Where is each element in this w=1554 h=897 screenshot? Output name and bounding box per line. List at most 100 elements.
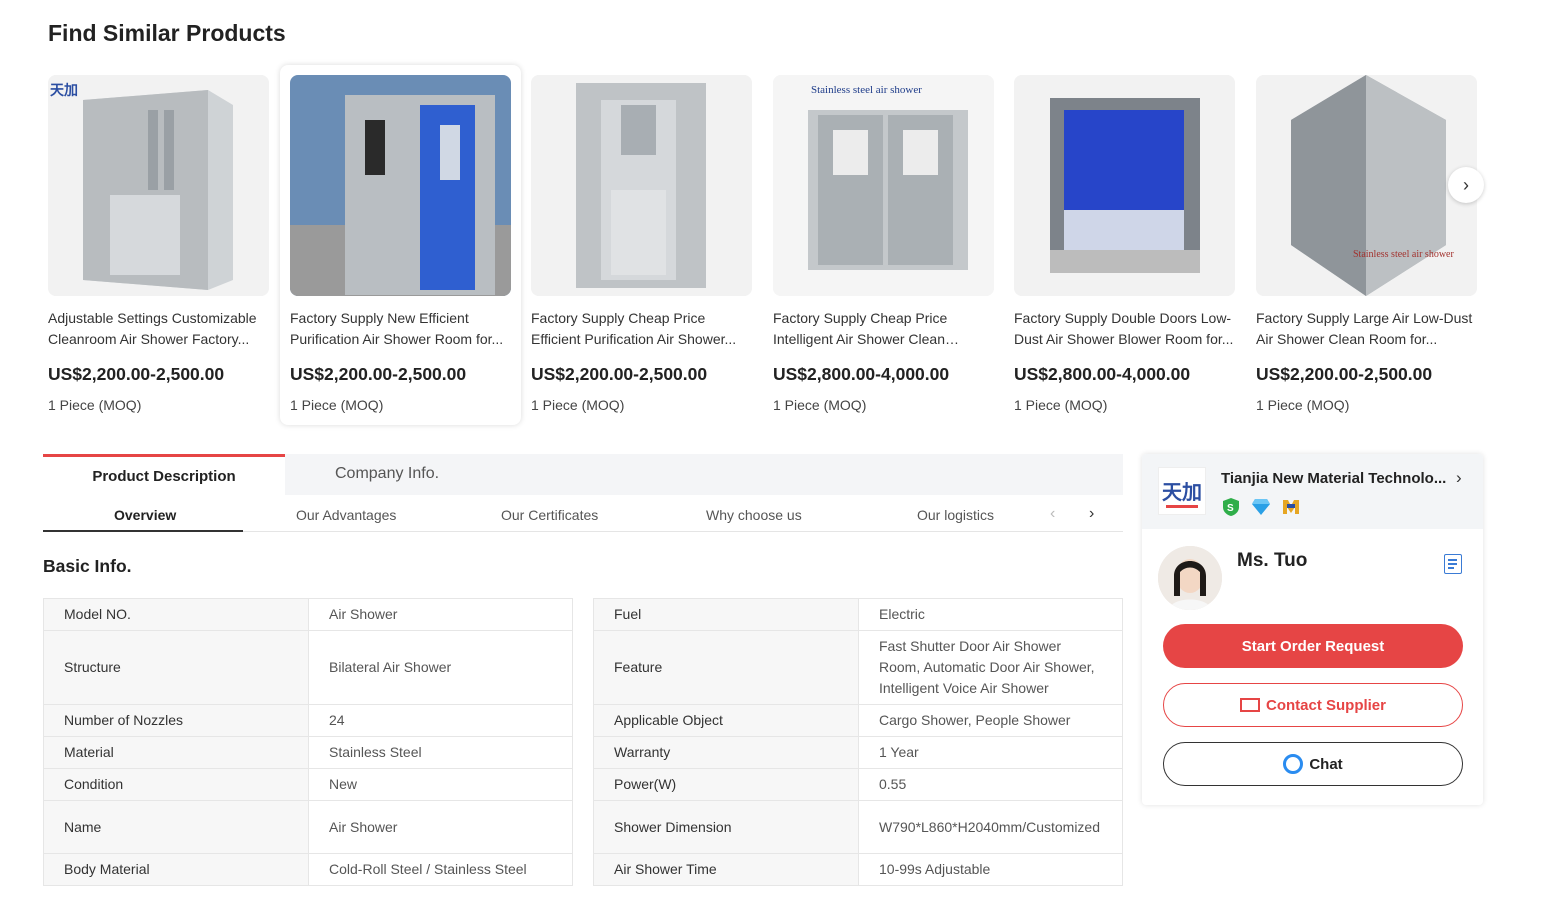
supplier-rep-name: Ms. Tuo <box>1237 550 1308 571</box>
audited-supplier-icon <box>1281 497 1301 517</box>
supplier-header[interactable]: 天加 Tianjia New Material Technolo... › S <box>1142 454 1483 529</box>
chevron-left-icon[interactable]: ‹ <box>1050 505 1055 523</box>
product-image[interactable] <box>1014 75 1235 296</box>
supplier-logo-image: 天加 <box>1162 481 1202 508</box>
spec-key: Warranty <box>593 736 859 769</box>
product-card[interactable]: Factory Supply Double Doors Low-Dust Air… <box>1014 75 1235 413</box>
main-tabs: Product Description Company Info. <box>43 454 1123 495</box>
contact-supplier-label: Contact Supplier <box>1265 696 1386 714</box>
tab-product-description[interactable]: Product Description <box>43 454 285 495</box>
product-title[interactable]: Adjustable Settings Customizable Cleanro… <box>48 308 269 350</box>
chevron-right-icon[interactable]: › <box>1089 505 1094 523</box>
product-price: US$2,200.00-2,500.00 <box>290 364 467 384</box>
tab-company-info[interactable]: Company Info. <box>335 465 439 483</box>
spec-value: Bilateral Air Shower <box>308 630 573 705</box>
spec-key: Name <box>43 800 309 854</box>
contact-supplier-button[interactable]: Contact Supplier <box>1163 683 1463 727</box>
product-card[interactable]: 天加 Adjustable Settings Customizable Clea… <box>48 75 269 413</box>
product-moq: 1 Piece (MOQ) <box>48 397 142 413</box>
supplier-logo: 天加 <box>1158 467 1206 515</box>
subtab-our-advantages[interactable]: Our Advantages <box>296 507 396 523</box>
carousel-next-button[interactable]: › <box>1448 167 1484 203</box>
air-shower-room-image <box>290 75 511 296</box>
image-caption: Stainless steel air shower <box>811 84 922 96</box>
spec-row: Structure Bilateral Air Shower <box>43 630 573 705</box>
similar-products-carousel: 天加 Adjustable Settings Customizable Clea… <box>48 65 1478 425</box>
subtab-our-certificates[interactable]: Our Certificates <box>501 507 598 523</box>
large-air-shower-image <box>1256 75 1477 296</box>
verified-shield-icon: S <box>1221 497 1241 517</box>
product-moq: 1 Piece (MOQ) <box>531 397 625 413</box>
diamond-member-icon <box>1251 497 1271 517</box>
subtab-why-choose-us[interactable]: Why choose us <box>706 507 802 523</box>
chevron-right-icon: › <box>1463 174 1469 195</box>
spec-key: Feature <box>593 630 859 705</box>
spec-key: Condition <box>43 768 309 801</box>
spec-row: Name Air Shower <box>43 800 573 854</box>
start-order-request-button[interactable]: Start Order Request <box>1163 624 1463 668</box>
product-card[interactable]: Stainless steel air shower Factory Suppl… <box>773 75 994 413</box>
svg-text:天加: 天加 <box>50 82 78 98</box>
product-image[interactable]: 天加 <box>48 75 269 296</box>
spec-key: Model NO. <box>43 598 309 631</box>
business-card-icon[interactable] <box>1444 554 1462 574</box>
product-title[interactable]: Factory Supply New Efficient Purificatio… <box>290 308 511 350</box>
product-image[interactable] <box>531 75 752 296</box>
product-image[interactable]: Stainless steel air shower <box>773 75 994 296</box>
product-image[interactable] <box>290 75 511 296</box>
section-title: Find Similar Products <box>48 20 286 46</box>
spec-row: Applicable Object Cargo Shower, People Sh… <box>593 704 1123 737</box>
active-tab-indicator <box>43 530 243 532</box>
product-title[interactable]: Factory Supply Cheap Price Efficient Pur… <box>531 308 752 350</box>
spec-key: Material <box>43 736 309 769</box>
spec-row: Warranty 1 Year <box>593 736 1123 769</box>
spec-value: Air Shower <box>308 598 573 631</box>
spec-row: Body Material Cold-Roll Steel / Stainless… <box>43 853 573 886</box>
product-price: US$2,800.00-4,000.00 <box>773 364 950 384</box>
spec-value: Cargo Shower, People Shower <box>858 704 1123 737</box>
product-title[interactable]: Factory Supply Double Doors Low-Dust Air… <box>1014 308 1235 350</box>
spec-row: Material Stainless Steel <box>43 736 573 769</box>
basic-info-title: Basic Info. <box>43 556 132 576</box>
subtab-our-logistics[interactable]: Our logistics <box>917 507 994 523</box>
product-title[interactable]: Factory Supply Cheap Price Intelligent A… <box>773 308 994 350</box>
spec-value: 10-99s Adjustable <box>858 853 1123 886</box>
spec-key: Body Material <box>43 853 309 886</box>
supplier-name[interactable]: Tianjia New Material Technolo... <box>1221 470 1446 487</box>
product-price: US$2,200.00-2,500.00 <box>531 364 708 384</box>
product-card[interactable]: Factory Supply Cheap Price Efficient Pur… <box>531 75 752 413</box>
spec-row: Feature Fast Shutter Door Air Shower Room… <box>593 630 1123 705</box>
blower-room-image <box>1014 75 1235 296</box>
avatar <box>1158 546 1222 610</box>
spec-row: Model NO. Air Shower <box>43 598 573 631</box>
product-moq: 1 Piece (MOQ) <box>773 397 867 413</box>
spec-value: New <box>308 768 573 801</box>
spec-key: Number of Nozzles <box>43 704 309 737</box>
spec-row: Condition New <box>43 768 573 801</box>
subtab-overview[interactable]: Overview <box>114 507 176 523</box>
supplier-panel: 天加 Tianjia New Material Technolo... › S … <box>1142 454 1483 805</box>
product-moq: 1 Piece (MOQ) <box>1256 397 1350 413</box>
sub-tabs: Overview Our Advantages Our Certificates… <box>43 497 1123 532</box>
spec-key: Applicable Object <box>593 704 859 737</box>
product-moq: 1 Piece (MOQ) <box>290 397 384 413</box>
product-moq: 1 Piece (MOQ) <box>1014 397 1108 413</box>
product-price: US$2,200.00-2,500.00 <box>48 364 225 384</box>
start-order-request-label: Start Order Request <box>1241 637 1385 655</box>
mail-icon <box>1239 698 1260 712</box>
product-card[interactable]: Stainless steel air shower Factory Suppl… <box>1256 75 1477 413</box>
spec-row: Power(W) 0.55 <box>593 768 1123 801</box>
chevron-right-icon[interactable]: › <box>1456 468 1462 488</box>
spec-row: Number of Nozzles 24 <box>43 704 573 737</box>
spec-key: Fuel <box>593 598 859 631</box>
product-card[interactable]: Factory Supply New Efficient Purificatio… <box>280 65 521 425</box>
air-shower-door-image <box>531 75 752 296</box>
spec-value: Stainless Steel <box>308 736 573 769</box>
product-image[interactable]: Stainless steel air shower <box>1256 75 1477 296</box>
chat-label: Chat <box>1309 755 1343 773</box>
chat-button[interactable]: Chat <box>1163 742 1463 786</box>
product-title[interactable]: Factory Supply Large Air Low-Dust Air Sh… <box>1256 308 1477 350</box>
spec-table-right: Fuel Electric Feature Fast Shutter Door Ai… <box>593 598 1123 886</box>
image-caption: Stainless steel air shower <box>1353 249 1454 260</box>
spec-value: 1 Year <box>858 736 1123 769</box>
